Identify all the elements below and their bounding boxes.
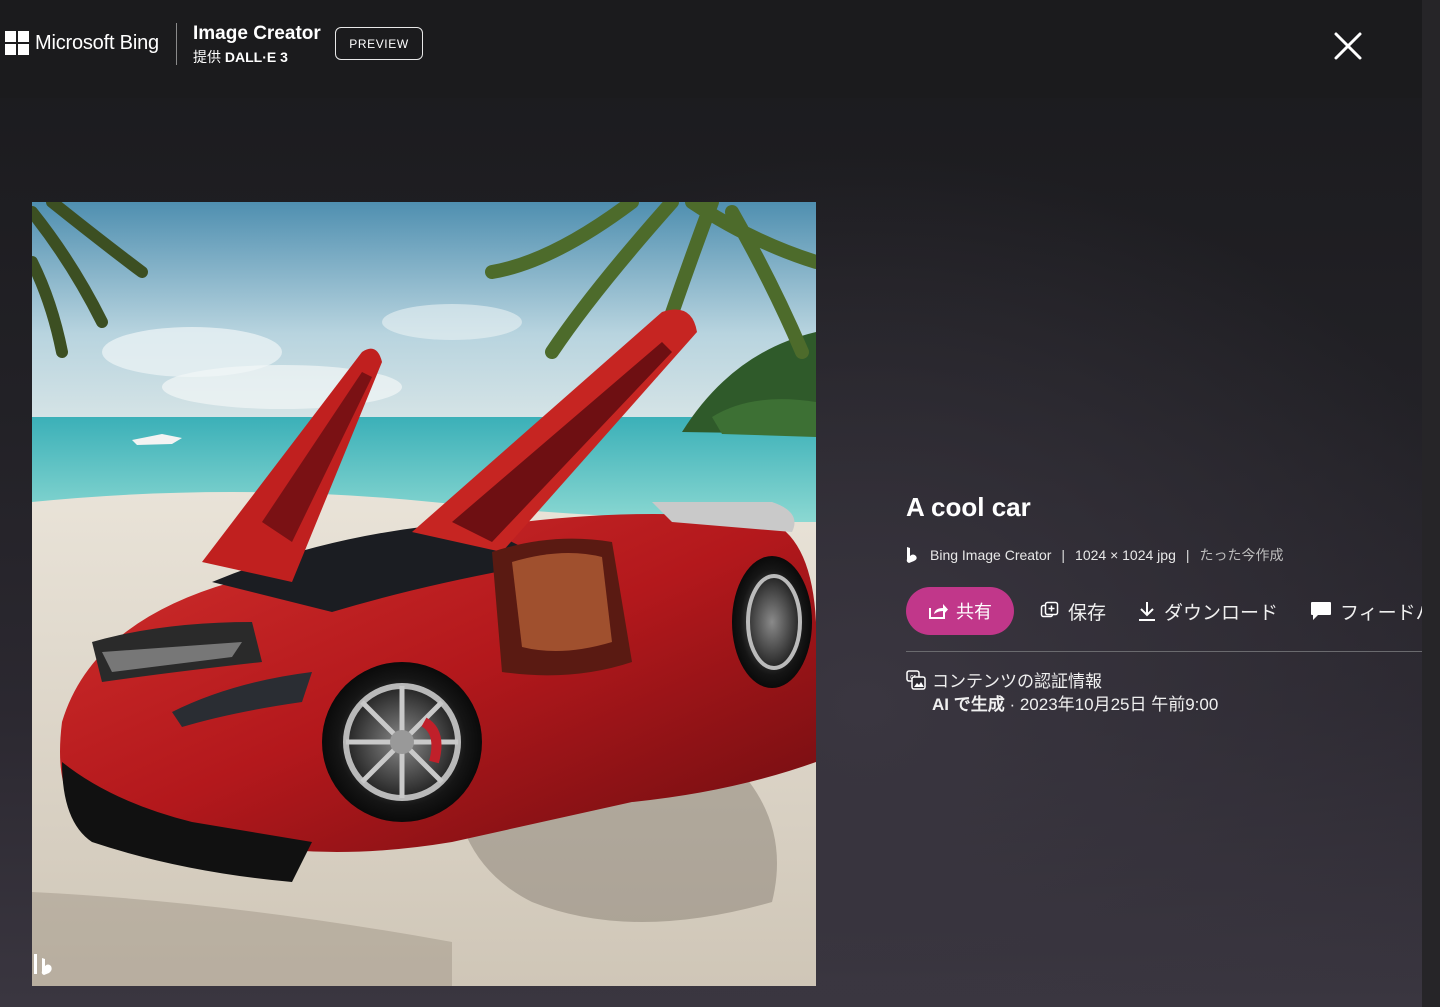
collection-add-icon [1040, 601, 1059, 618]
subtitle-prefix: 提供 [193, 49, 221, 65]
section-divider [906, 651, 1422, 652]
content-credentials-icon: cr [906, 670, 926, 690]
microsoft-logo-icon [5, 31, 29, 55]
product-subtitle: 提供 DALL·E 3 [193, 47, 288, 67]
image-source: Bing Image Creator [930, 547, 1052, 563]
feedback-icon [1311, 602, 1331, 620]
bing-icon [906, 547, 917, 563]
header-divider [176, 23, 177, 65]
close-icon [1334, 32, 1362, 60]
created-time: たった今作成 [1199, 547, 1284, 563]
share-icon [929, 604, 948, 619]
save-button[interactable]: 保存 [1040, 587, 1106, 635]
preview-badge[interactable]: PREVIEW [335, 27, 423, 60]
scrollbar-track[interactable] [1422, 0, 1440, 1007]
close-button[interactable] [1330, 28, 1366, 64]
image-dimensions: 1024 × 1024 jpg [1075, 547, 1176, 563]
meta-separator: | [1185, 547, 1190, 563]
meta-separator: | [1061, 547, 1066, 563]
credentials-title: コンテンツの認証情報 [932, 672, 1102, 691]
model-name: DALL·E 3 [224, 49, 288, 65]
bing-logo-icon [34, 954, 52, 975]
ai-generated-label: AI で生成 [932, 695, 1005, 714]
image-title: A cool car [906, 492, 1031, 522]
microsoft-bing-logo[interactable]: Microsoft Bing [5, 31, 159, 55]
generated-car-image [32, 202, 816, 986]
save-label: 保存 [1068, 602, 1107, 624]
credentials-timestamp: · 2023年10月25日 午前9:00 [1009, 695, 1219, 714]
generated-image[interactable] [32, 202, 816, 986]
feedback-button[interactable]: フィードバ [1310, 587, 1422, 635]
share-button[interactable]: 共有 [906, 587, 1014, 635]
download-button[interactable]: ダウンロード [1138, 587, 1278, 635]
credentials-detail: AI で生成 · 2023年10月25日 午前9:00 [932, 690, 1218, 715]
download-icon [1139, 602, 1155, 621]
share-label: 共有 [956, 602, 992, 622]
action-bar: 共有 保存 ダウンロード フィードバ [906, 587, 1422, 635]
feedback-label: フィードバ [1340, 602, 1422, 624]
product-title[interactable]: Image Creator [193, 23, 321, 45]
brand-name: Microsoft Bing [35, 31, 159, 54]
download-label: ダウンロード [1164, 602, 1279, 624]
image-meta: Bing Image Creator | 1024 × 1024 jpg | た… [906, 545, 1284, 565]
